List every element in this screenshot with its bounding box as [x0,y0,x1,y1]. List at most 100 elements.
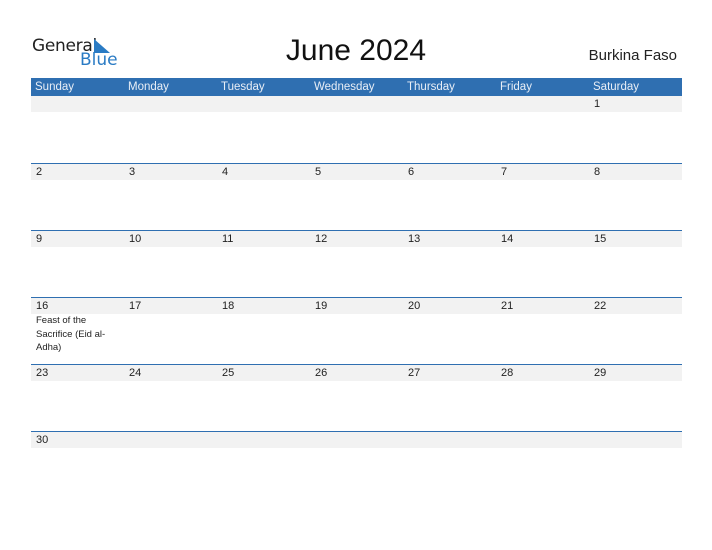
day-number: 13 [408,233,421,245]
day-cell: 5 [310,164,403,230]
day-number: 11 [222,233,234,245]
day-number: 17 [129,300,142,312]
day-cell: 18 [217,298,310,364]
day-cell: 20 [403,298,496,364]
day-number: 28 [501,367,514,379]
day-cell: 16 Feast of the Sacrifice (Eid al-Adha) [31,298,124,364]
day-cell: 12 [310,231,403,297]
day-number [129,432,217,448]
calendar-grid: 1 2 3 4 5 6 7 8 9 10 11 12 13 14 15 16 Feast of the Sacr… [31,96,682,498]
weekday-sunday: Sunday [35,81,75,93]
day-cell: 6 [403,164,496,230]
day-number: 23 [36,367,49,379]
day-cell: 26 [310,365,403,431]
week-row: 16 Feast of the Sacrifice (Eid al-Adha) 17… [31,297,682,364]
day-cell: 1 [589,96,682,163]
day-number: 24 [129,367,142,379]
day-number [501,96,589,112]
day-number: 7 [501,166,508,178]
day-cell: 10 [124,231,217,297]
day-number: 30 [36,434,49,446]
day-cell [217,432,310,498]
day-number: 25 [222,367,235,379]
weekday-friday: Friday [500,81,532,93]
day-number: 27 [408,367,421,379]
week-row: 9 10 11 12 13 14 15 [31,230,682,297]
day-cell: 15 [589,231,682,297]
week-row: 30 [31,431,682,498]
day-cell: 21 [496,298,589,364]
day-number [129,96,217,112]
week-row: 1 [31,96,682,163]
day-cell [124,96,217,163]
day-number [594,432,682,448]
day-number: 18 [222,300,235,312]
day-number [222,432,310,448]
day-cell: 30 [31,432,124,498]
day-cell [310,432,403,498]
day-number [36,96,124,112]
day-number: 5 [315,166,322,178]
day-cell [403,96,496,163]
day-number: 12 [315,233,328,245]
day-cell: 17 [124,298,217,364]
day-number: 16 [36,300,49,312]
day-number: 9 [36,233,43,245]
weekday-saturday: Saturday [593,81,640,93]
day-number: 29 [594,367,607,379]
holiday-event: Feast of the Sacrifice (Eid al-Adha) [36,315,106,353]
day-number: 1 [594,98,601,110]
day-number: 6 [408,166,415,178]
day-cell: 13 [403,231,496,297]
day-cell: 4 [217,164,310,230]
weekday-wednesday: Wednesday [314,81,375,93]
day-cell: 2 [31,164,124,230]
day-cell: 24 [124,365,217,431]
day-cell [496,432,589,498]
day-cell: 29 [589,365,682,431]
weekday-thursday: Thursday [407,81,455,93]
day-cell: 23 [31,365,124,431]
day-cell [403,432,496,498]
day-cell: 28 [496,365,589,431]
weekday-header: Sunday Monday Tuesday Wednesday Thursday… [31,78,682,96]
day-cell [589,432,682,498]
weekday-monday: Monday [128,81,169,93]
day-cell: 27 [403,365,496,431]
day-cell: 22 [589,298,682,364]
week-row: 23 24 25 26 27 28 29 [31,364,682,431]
day-cell [310,96,403,163]
country-label: Burkina Faso [588,47,677,64]
day-number: 8 [594,166,601,178]
day-number: 26 [315,367,328,379]
day-number [222,96,310,112]
day-cell: 11 [217,231,310,297]
day-cell: 3 [124,164,217,230]
day-number: 15 [594,233,607,245]
day-cell: 8 [589,164,682,230]
weekday-tuesday: Tuesday [221,81,265,93]
day-number [315,432,403,448]
day-number: 4 [222,166,229,178]
day-number [408,96,496,112]
day-cell: 7 [496,164,589,230]
day-number: 20 [408,300,421,312]
day-number [501,432,589,448]
day-number: 3 [129,166,136,178]
day-number [408,432,496,448]
day-cell: 19 [310,298,403,364]
day-number: 21 [501,300,514,312]
day-number: 2 [36,166,43,178]
day-number [315,96,403,112]
day-cell: 14 [496,231,589,297]
day-cell [496,96,589,163]
day-number: 14 [501,233,514,245]
day-number: 22 [594,300,607,312]
day-number: 10 [129,233,142,245]
day-cell [31,96,124,163]
day-cell [124,432,217,498]
day-number: 19 [315,300,328,312]
day-cell: 25 [217,365,310,431]
week-row: 2 3 4 5 6 7 8 [31,163,682,230]
day-cell [217,96,310,163]
